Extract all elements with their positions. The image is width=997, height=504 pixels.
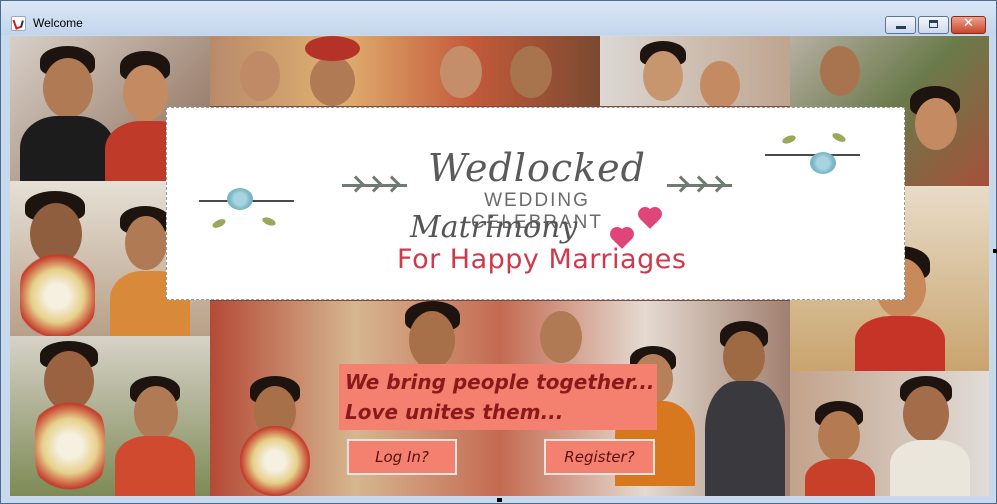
arrow-right-decoration (667, 175, 732, 193)
message-line-1: We bring people together... (345, 370, 655, 394)
leaf-icon (831, 131, 847, 144)
leaf-icon (781, 133, 797, 146)
welcome-panel: Wedlocked WEDDING CELEBRANT Matrimony Fo… (10, 36, 989, 496)
leaf-icon (261, 215, 277, 228)
register-button[interactable]: Register? (544, 439, 655, 475)
brand-name: Wedlocked (428, 146, 646, 190)
leaf-icon (211, 217, 227, 230)
minimize-icon (896, 26, 906, 29)
logo-banner: Wedlocked WEDDING CELEBRANT Matrimony Fo… (166, 107, 905, 300)
app-icon (11, 16, 26, 31)
title-bar[interactable]: Welcome ✕ (1, 1, 996, 35)
login-button[interactable]: Log In? (347, 439, 457, 475)
message-line-2: Love unites them... (345, 400, 564, 424)
brand-matrimony: Matrimony (410, 210, 578, 245)
resize-grip-right[interactable] (993, 249, 997, 253)
maximize-icon (929, 20, 938, 28)
close-button[interactable]: ✕ (951, 16, 986, 34)
welcome-message: We bring people together... Love unites … (339, 364, 657, 430)
window-title: Welcome (33, 16, 83, 30)
banner-tagline: For Happy Marriages (397, 244, 687, 275)
resize-grip-bottom[interactable] (497, 498, 502, 502)
main-window: Welcome ✕ Wedlocked WEDDING CELEBRANT Ma… (0, 0, 997, 504)
couple-photo (10, 336, 210, 496)
couple-photo (790, 371, 989, 496)
flower-icon (810, 152, 836, 174)
arrow-left-decoration (342, 175, 407, 193)
couple-photo (600, 36, 790, 106)
couple-photo (210, 36, 600, 106)
close-icon: ✕ (963, 16, 974, 31)
maximize-button[interactable] (918, 16, 949, 34)
flower-icon (227, 188, 253, 210)
minimize-button[interactable] (885, 16, 916, 34)
